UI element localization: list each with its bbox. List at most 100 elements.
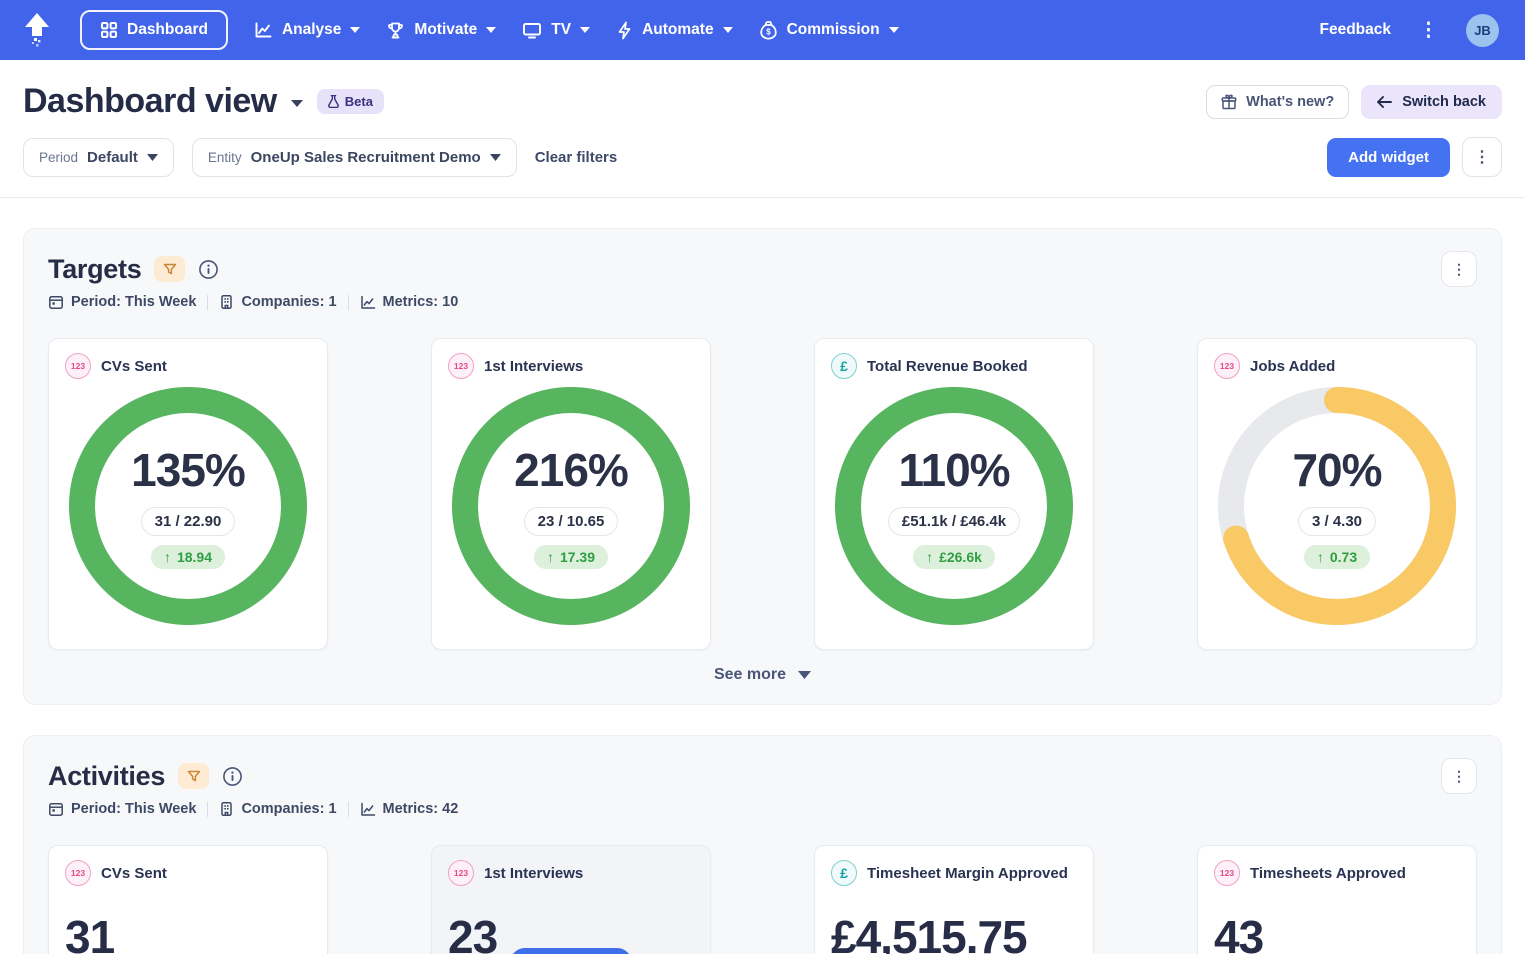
target-delta: ↑18.94 — [151, 545, 225, 569]
add-widget-button[interactable]: Add widget — [1327, 138, 1450, 177]
nav-item-automate[interactable]: Automate — [616, 21, 732, 40]
target-gauge: 70% 3 / 4.30 ↑0.73 — [1218, 387, 1456, 625]
title-caret-icon[interactable] — [291, 100, 303, 107]
nav-item-label: Commission — [787, 21, 880, 39]
target-ratio: 31 / 22.90 — [141, 507, 236, 536]
filter-funnel-icon[interactable] — [178, 763, 209, 789]
activities-panel: Activities ⋮ Period: This Week — [23, 735, 1502, 954]
feedback-link[interactable]: Feedback — [1319, 21, 1391, 39]
page-title: Dashboard view — [23, 82, 277, 121]
nav-item-dashboard[interactable]: Dashboard — [80, 10, 228, 50]
nav-item-analyse[interactable]: Analyse — [254, 21, 360, 39]
pound-metric-icon: £ — [831, 353, 857, 379]
metric-title: Total Revenue Booked — [867, 358, 1028, 375]
activity-card[interactable]: 123 Timesheets Approved 43 — [1197, 845, 1477, 954]
flask-icon — [328, 95, 339, 108]
target-ratio: £51.1k / £46.4k — [888, 507, 1020, 536]
divider — [348, 802, 349, 817]
nav-item-label: Analyse — [282, 21, 341, 39]
target-percent: 135% — [131, 443, 245, 497]
filter-funnel-icon[interactable] — [154, 256, 185, 282]
nav-item-label: Motivate — [414, 21, 477, 39]
number-metric-icon: 123 — [65, 353, 91, 379]
arrow-up-icon: ↑ — [926, 549, 933, 565]
target-card[interactable]: £ Total Revenue Booked 110% £51.1k / £46… — [814, 338, 1094, 650]
gift-icon — [1221, 94, 1237, 110]
drill-down-button[interactable] — [510, 948, 632, 954]
nav-item-label: Automate — [642, 21, 713, 39]
targets-panel: Targets ⋮ Period: This Week — [23, 228, 1502, 705]
nav-item-tv[interactable]: TV — [522, 21, 590, 39]
targets-kebab-menu[interactable]: ⋮ — [1441, 251, 1477, 287]
chevron-down-icon — [147, 154, 158, 161]
info-icon[interactable] — [222, 766, 243, 787]
building-icon — [219, 801, 234, 817]
number-metric-icon: 123 — [1214, 860, 1240, 886]
metric-title: Timesheet Margin Approved — [867, 865, 1068, 882]
activity-value: £4,515.75 — [831, 910, 1077, 954]
switch-back-button[interactable]: Switch back — [1361, 85, 1502, 119]
nav-item-label: Dashboard — [127, 21, 208, 39]
period-meta: Period: This Week — [48, 801, 196, 817]
number-metric-icon: 123 — [65, 860, 91, 886]
period-filter-dropdown[interactable]: Period Default — [23, 138, 174, 177]
target-percent: 110% — [898, 443, 1009, 497]
entity-filter-dropdown[interactable]: Entity OneUp Sales Recruitment Demo — [192, 138, 517, 177]
targets-title: Targets — [48, 254, 141, 285]
metric-title: 1st Interviews — [484, 865, 583, 882]
number-metric-icon: 123 — [1214, 353, 1240, 379]
divider — [207, 295, 208, 310]
info-icon[interactable] — [198, 259, 219, 280]
oneup-logo[interactable] — [20, 10, 54, 50]
avatar[interactable]: JB — [1466, 14, 1499, 47]
tv-icon — [522, 21, 542, 39]
arrow-up-icon: ↑ — [547, 549, 554, 565]
activities-title: Activities — [48, 761, 165, 792]
target-percent: 70% — [1292, 443, 1381, 497]
calendar-icon — [48, 294, 64, 310]
chevron-down-icon — [486, 27, 496, 33]
metrics-chart-icon — [360, 802, 376, 817]
target-delta: ↑£26.6k — [913, 545, 995, 569]
nav-item-commission[interactable]: $ Commission — [759, 20, 899, 40]
bolt-icon — [616, 21, 633, 40]
metrics-meta: Metrics: 42 — [360, 801, 459, 817]
number-metric-icon: 123 — [448, 860, 474, 886]
divider — [348, 295, 349, 310]
top-nav: Dashboard Analyse Motivate TV — [0, 0, 1525, 60]
svg-text:$: $ — [766, 28, 771, 37]
building-icon — [219, 294, 234, 310]
activity-card[interactable]: £ Timesheet Margin Approved £4,515.75 — [814, 845, 1094, 954]
nav-item-motivate[interactable]: Motivate — [386, 21, 496, 40]
companies-meta: Companies: 1 — [219, 801, 336, 817]
metric-title: Jobs Added — [1250, 358, 1335, 375]
see-more-button[interactable]: See more — [48, 666, 1477, 684]
target-card[interactable]: 123 Jobs Added 70% 3 / 4.30 ↑0.73 — [1197, 338, 1477, 650]
chevron-down-icon — [889, 27, 899, 33]
chevron-down-icon — [490, 154, 501, 161]
activity-card[interactable]: 123 1st Interviews 23 — [431, 845, 711, 954]
dashboard-kebab-menu[interactable]: ⋮ — [1462, 137, 1502, 177]
target-gauge: 216% 23 / 10.65 ↑17.39 — [452, 387, 690, 625]
line-chart-icon — [254, 21, 273, 39]
metrics-meta: Metrics: 10 — [360, 294, 459, 310]
activity-card[interactable]: 123 CVs Sent 31 — [48, 845, 328, 954]
activity-value: 31 — [65, 910, 311, 954]
target-card[interactable]: 123 1st Interviews 216% 23 / 10.65 ↑17.3… — [431, 338, 711, 650]
target-percent: 216% — [514, 443, 628, 497]
target-card[interactable]: 123 CVs Sent 135% 31 / 22.90 ↑18.94 — [48, 338, 328, 650]
nav-kebab-menu[interactable]: ⋮ — [1419, 21, 1438, 40]
trophy-icon — [386, 21, 405, 40]
money-bag-icon: $ — [759, 20, 778, 40]
metric-title: Timesheets Approved — [1250, 865, 1406, 882]
activity-value: 43 — [1214, 910, 1460, 954]
chevron-down-icon — [350, 27, 360, 33]
target-gauge: 135% 31 / 22.90 ↑18.94 — [69, 387, 307, 625]
whats-new-button[interactable]: What's new? — [1206, 85, 1349, 119]
target-ratio: 23 / 10.65 — [524, 507, 619, 536]
number-metric-icon: 123 — [448, 353, 474, 379]
metric-title: CVs Sent — [101, 358, 167, 375]
clear-filters-button[interactable]: Clear filters — [535, 149, 618, 166]
activities-kebab-menu[interactable]: ⋮ — [1441, 758, 1477, 794]
period-meta: Period: This Week — [48, 294, 196, 310]
